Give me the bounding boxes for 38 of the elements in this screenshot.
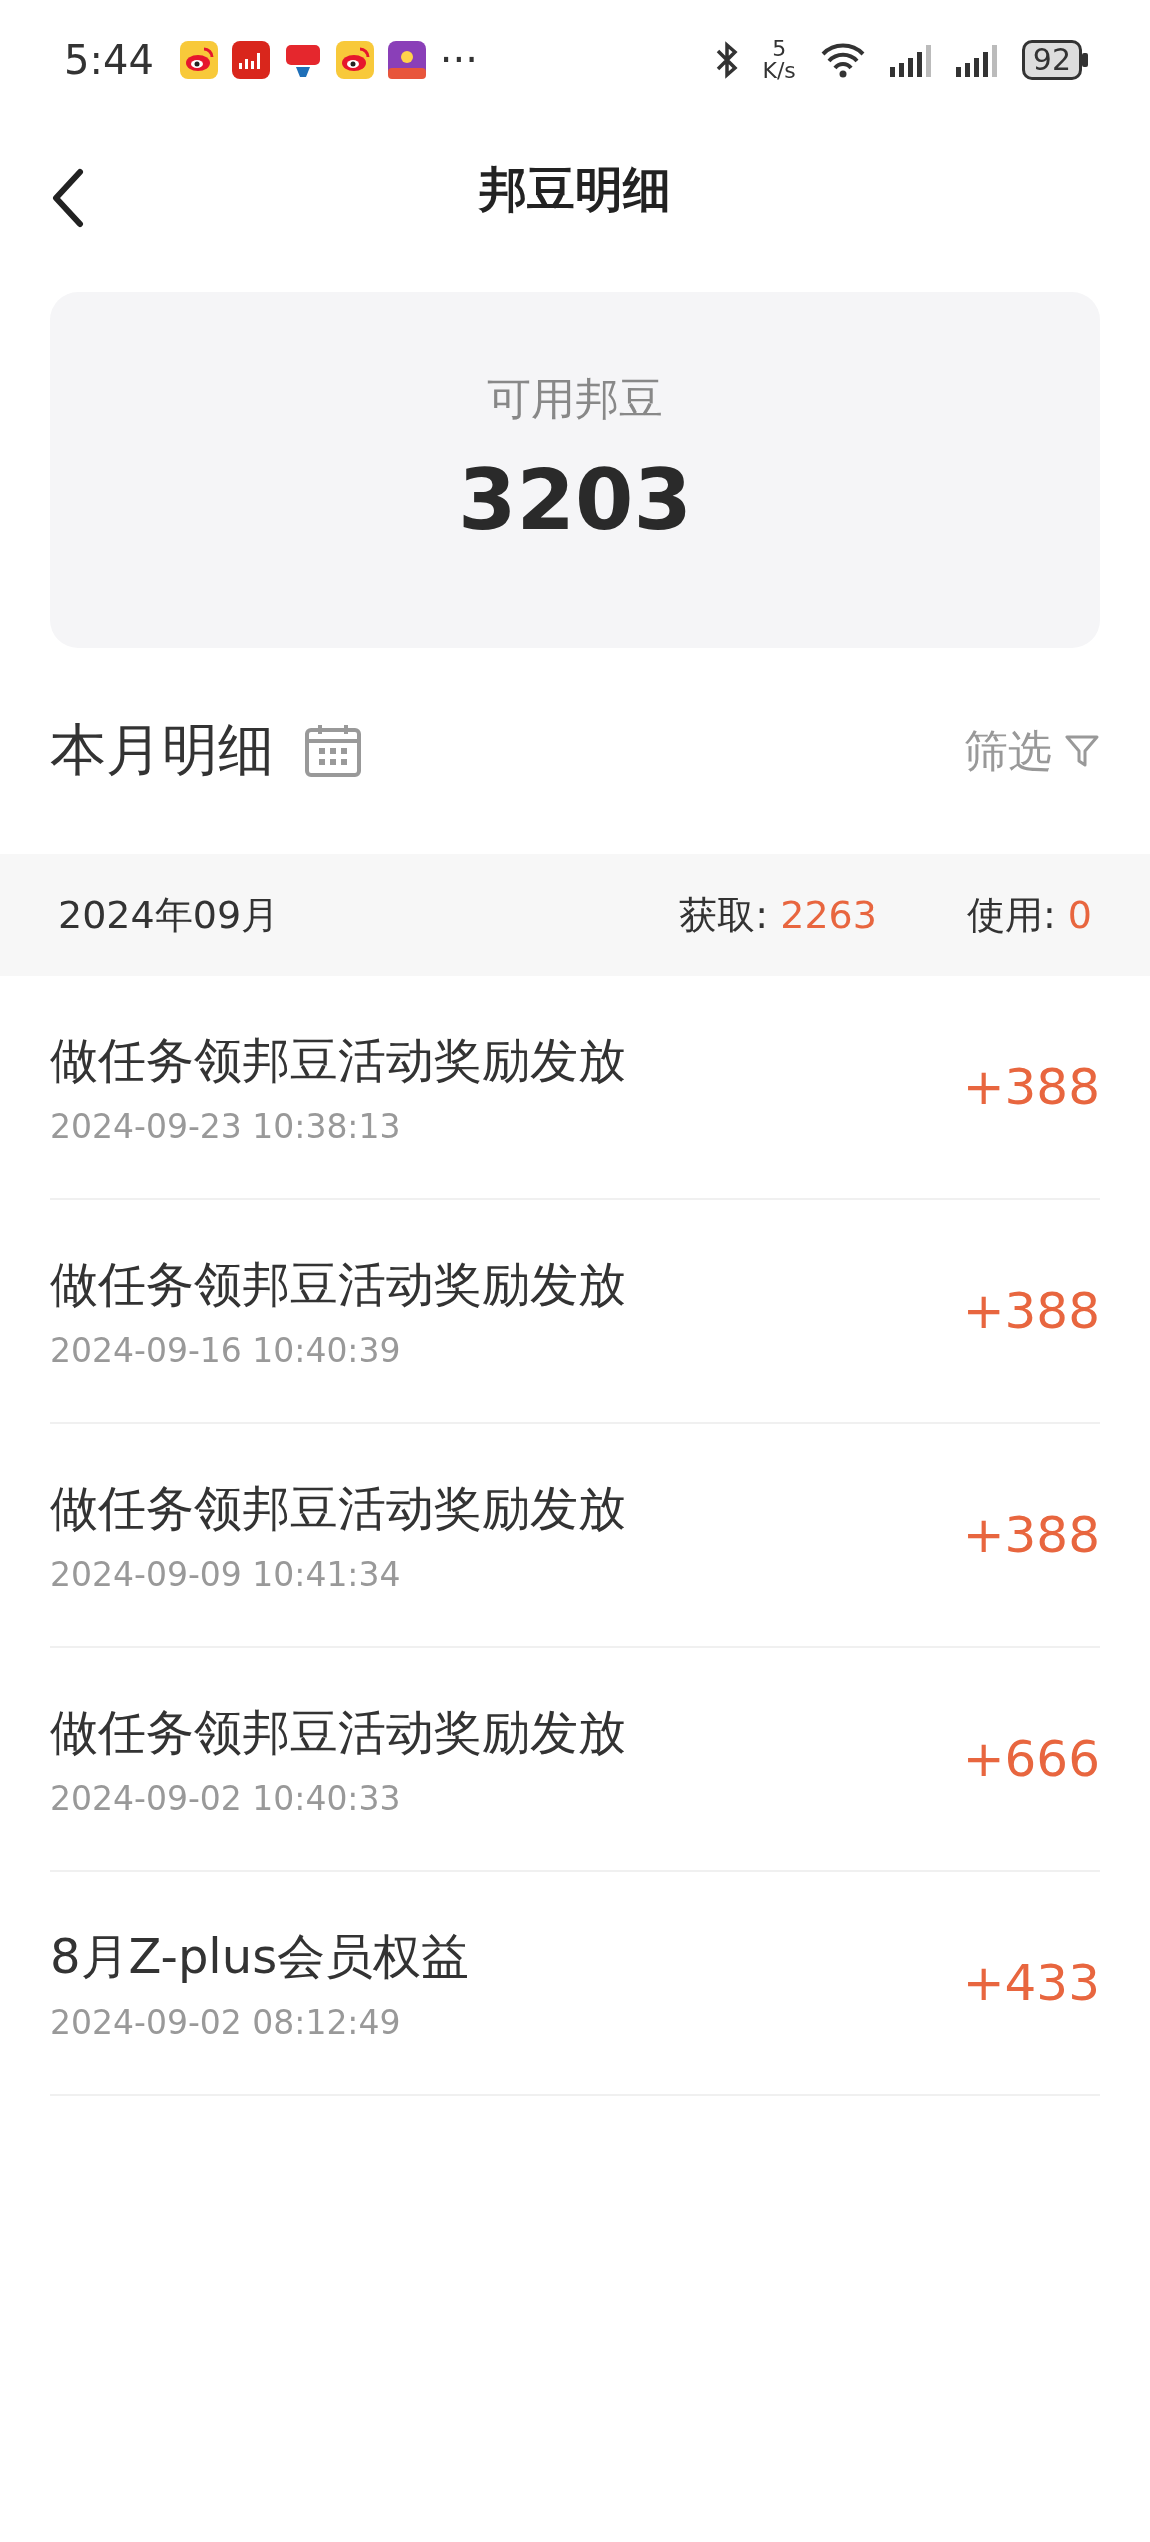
record-time: 2024-09-02 08:12:49	[50, 2002, 402, 2042]
record-time: 2024-09-02 10:40:33	[50, 1778, 402, 1818]
signal-icon	[955, 43, 998, 77]
record-time: 2024-09-09 10:41:34	[50, 1554, 402, 1594]
signal-icon	[889, 43, 932, 77]
record-time: 2024-09-23 10:38:13	[50, 1106, 402, 1146]
sun-app-icon	[387, 41, 426, 79]
used-total: 使用: 0	[966, 891, 1092, 939]
record-title: 做任务领邦豆活动奖励发放	[50, 1030, 626, 1090]
month-label: 2024年09月	[58, 891, 280, 939]
earned-total: 获取: 2263	[679, 891, 877, 939]
calendar-icon[interactable]	[304, 724, 362, 778]
filter-button[interactable]: 筛选	[964, 721, 1100, 781]
record-title: 做任务领邦豆活动奖励发放	[50, 1254, 626, 1314]
network-speed: 5 K/s	[762, 38, 796, 82]
chart-app-icon	[231, 41, 270, 79]
balance-label: 可用邦豆	[487, 372, 663, 426]
record-title: 做任务领邦豆活动奖励发放	[50, 1478, 626, 1538]
record-title: 做任务领邦豆活动奖励发放	[50, 1702, 626, 1762]
record-amount: +666	[962, 1730, 1100, 1788]
record-amount: +433	[962, 1954, 1100, 2012]
eye-app-icon	[179, 41, 218, 79]
bluetooth-icon	[714, 41, 739, 79]
section-title: 本月明细	[50, 716, 274, 784]
wifi-icon	[819, 42, 866, 78]
back-icon[interactable]	[50, 168, 86, 228]
filter-icon	[1064, 733, 1100, 769]
page-title: 邦豆明细	[479, 160, 671, 219]
record-amount: +388	[962, 1506, 1100, 1564]
more-notifications: ···	[439, 37, 478, 83]
record-time: 2024-09-16 10:40:39	[50, 1330, 402, 1370]
eye-app-icon	[335, 41, 374, 79]
record-amount: +388	[962, 1282, 1100, 1340]
balance-value: 3203	[458, 451, 692, 549]
record-title: 8月Z-plus会员权益	[50, 1926, 470, 1986]
battery-indicator: 92	[1021, 40, 1088, 80]
record-amount: +388	[962, 1058, 1100, 1116]
status-time: 5:44	[64, 37, 154, 83]
